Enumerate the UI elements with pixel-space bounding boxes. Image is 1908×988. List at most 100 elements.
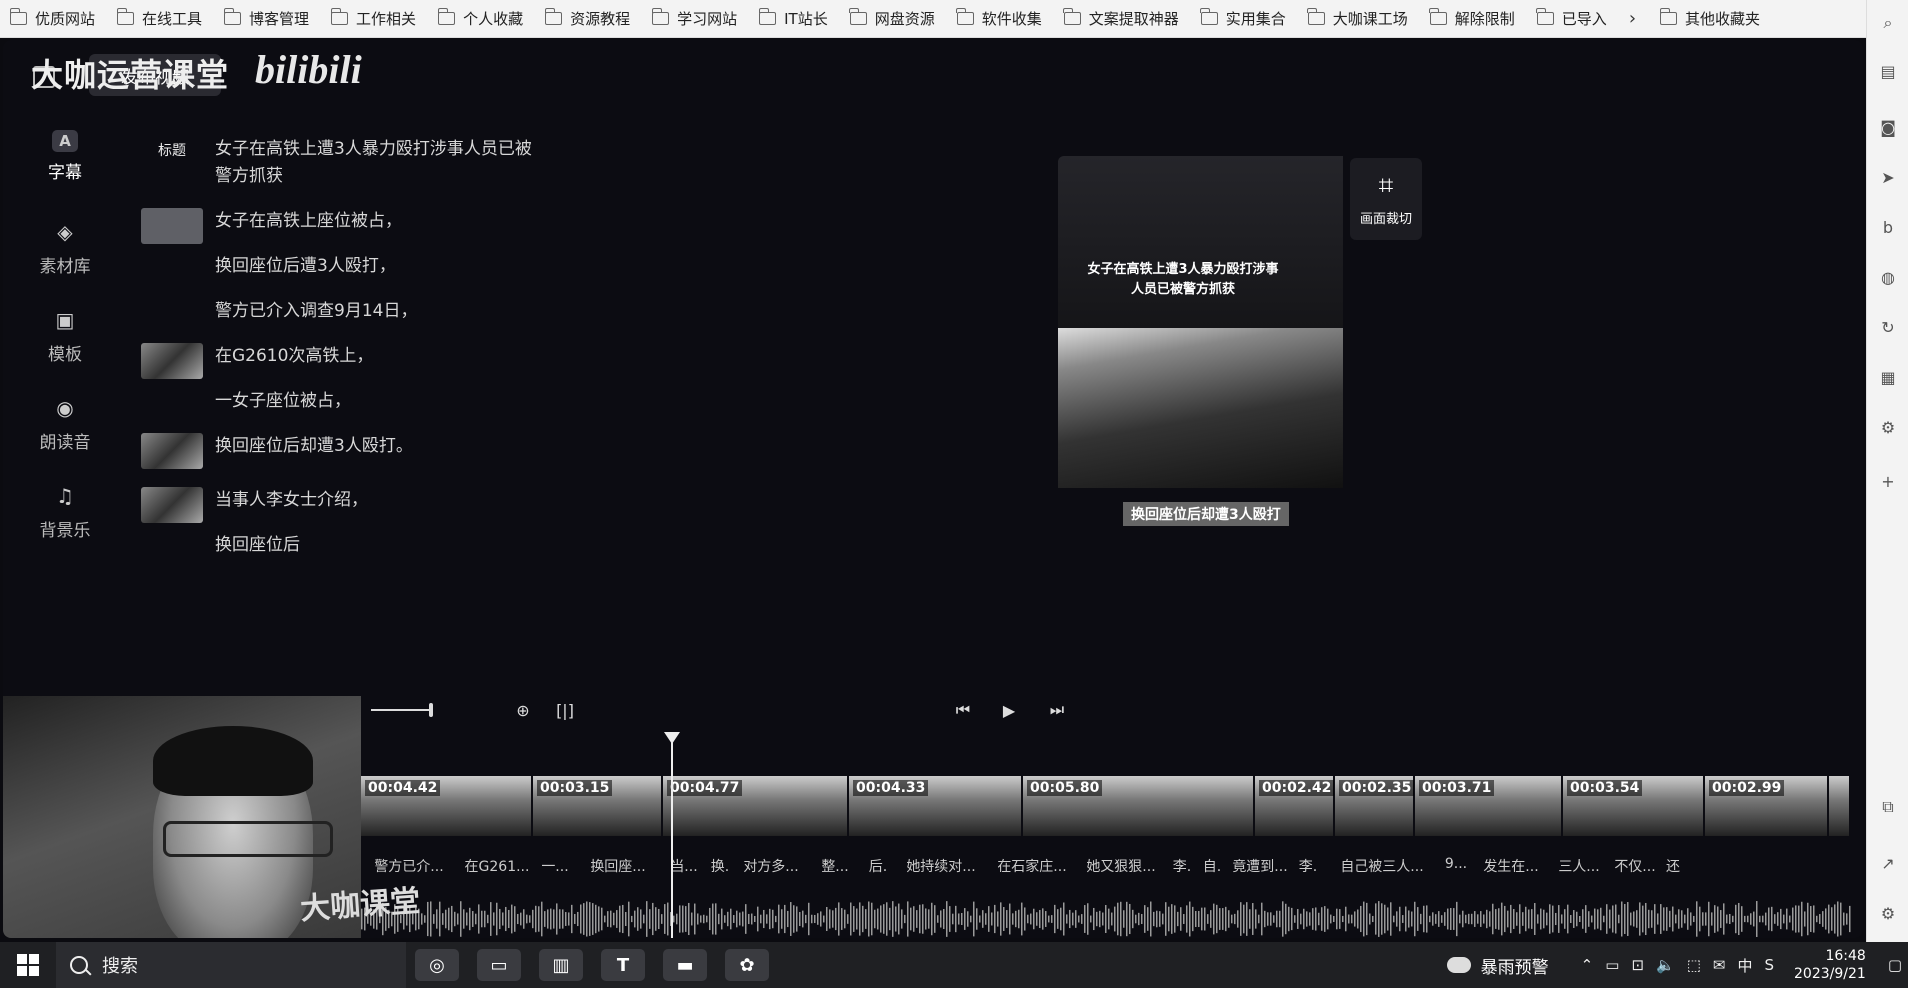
clip-thumbnail[interactable] [141, 433, 203, 469]
chevron-up-icon[interactable]: ⌃ [1581, 956, 1594, 974]
subtitle-chip[interactable]: 她持续对... [893, 856, 989, 882]
subtitle-chip[interactable]: 换. [705, 856, 735, 882]
script-line[interactable]: 当事人李女士介绍， [215, 487, 368, 514]
subtitle-chip[interactable]: 9... [1441, 856, 1471, 882]
title-text[interactable]: 女子在高铁上遭3人暴力殴打涉事人员已被警方抓获 [215, 136, 535, 190]
typora-icon[interactable]: T [601, 949, 645, 981]
video-clip[interactable]: 00:02.99 [1705, 776, 1829, 836]
video-clip[interactable]: 00:03.54 [1563, 776, 1705, 836]
refresh-icon[interactable]: ↻ [1877, 316, 1899, 338]
bookmark-folder[interactable]: 大咖课工场 [1307, 8, 1408, 29]
settings-icon[interactable]: ⚙ [1877, 902, 1899, 924]
subtitle-chip[interactable]: 还 [1663, 856, 1683, 882]
subtitle-chip[interactable]: 在石家庄... [989, 856, 1075, 882]
start-button[interactable] [0, 942, 56, 988]
notepad-icon[interactable]: ▭ [477, 949, 521, 981]
bookmark-link[interactable]: 文案提取神器 [1063, 8, 1179, 29]
video-clip[interactable]: 00:04.42 [361, 776, 533, 836]
flower-app-icon[interactable]: ✿ [725, 949, 769, 981]
script-line[interactable]: 警方已介入调查9月14日， [215, 298, 417, 325]
gear-icon[interactable]: ⚙ [1877, 416, 1899, 438]
video-clip[interactable]: 00:04.77 [663, 776, 849, 836]
bookmark-folder[interactable]: 软件收集 [956, 8, 1042, 29]
playhead[interactable] [671, 738, 673, 938]
bookmark-link[interactable]: 解除限制 [1429, 8, 1515, 29]
clip-thumbnail[interactable] [141, 208, 203, 244]
bookmark-folder[interactable]: 资源教程 [544, 8, 630, 29]
sogou-icon[interactable]: S [1764, 956, 1774, 974]
chevron-right-icon[interactable]: › [1629, 8, 1636, 29]
bookmark-folder[interactable]: 实用集合 [1200, 8, 1286, 29]
script-line[interactable]: 换回座位后 [215, 532, 368, 559]
ime-indicator[interactable]: 中 [1737, 955, 1752, 976]
clip-thumbnail[interactable] [141, 487, 203, 523]
subtitle-chip[interactable]: 发生在... [1471, 856, 1551, 882]
script-line[interactable]: 一女子座位被占， [215, 388, 373, 415]
bookmark-folder[interactable]: IT站长 [758, 8, 828, 29]
subtitle-chip[interactable]: 她又狠狠... [1075, 856, 1167, 882]
script-line[interactable]: 女子在高铁上座位被占， [215, 208, 417, 235]
clip-thumbnail[interactable] [141, 343, 203, 379]
nav-item-templates[interactable]: ▣ 模板 [25, 306, 105, 394]
notification-icon[interactable]: ▢ [1888, 956, 1902, 974]
bookmark-folder[interactable]: 已导入 [1536, 8, 1607, 29]
nav-item-voice[interactable]: ◉ 朗读音 [25, 394, 105, 482]
subtitle-chip[interactable]: 一... [537, 856, 573, 882]
crop-button[interactable]: ⌗ 画面裁切 [1350, 158, 1422, 240]
books-icon[interactable]: ▥ [539, 949, 583, 981]
video-clip[interactable]: 00:04.33 [849, 776, 1023, 836]
script-line[interactable]: 换回座位后遭3人殴打， [215, 253, 417, 280]
chrome-icon[interactable]: ◎ [415, 949, 459, 981]
script-line[interactable]: 换回座位后却遭3人殴打。 [215, 433, 413, 460]
timeline[interactable]: 00:04.42 00:03.15 00:04.77 00:04.33 00:0… [361, 730, 1851, 938]
video-clip[interactable]: 00:03.15 [533, 776, 663, 836]
video-clip[interactable] [1829, 776, 1851, 836]
bookmark-folder[interactable]: 个人收藏 [437, 8, 523, 29]
subtitle-chip[interactable]: 整... [807, 856, 863, 882]
subtitle-chip[interactable]: 在G261... [457, 856, 537, 882]
clock[interactable]: 16:48 2023/9/21 [1794, 947, 1866, 983]
taskbar-search[interactable]: 搜索 [56, 942, 406, 988]
subtitle-chip[interactable]: 不仅... [1607, 856, 1663, 882]
subtitle-chip[interactable]: 李. [1167, 856, 1197, 882]
bookmark-folder[interactable]: 网盘资源 [849, 8, 935, 29]
subtitle-chip[interactable]: 当... [663, 856, 705, 882]
video-clip[interactable]: 00:05.80 [1023, 776, 1255, 836]
skip-back-icon[interactable]: ⏮ [951, 698, 975, 722]
subtitle-chip[interactable]: 竟遭到... [1227, 856, 1293, 882]
video-clip[interactable]: 00:03.71 [1415, 776, 1563, 836]
subtitle-chip[interactable]: 对方多... [735, 856, 807, 882]
bookmark-other-folder[interactable]: 其他收藏夹 [1659, 8, 1760, 29]
zoom-slider[interactable] [371, 709, 431, 711]
bing-icon[interactable]: b [1877, 216, 1899, 238]
nav-item-music[interactable]: ♫ 背景乐 [25, 482, 105, 570]
bookmark-folder[interactable]: 学习网站 [651, 8, 737, 29]
video-preview[interactable]: 女子在高铁上遭3人暴力殴打涉事人员已被警方抓获 换回座位后却遭3人殴打 [1058, 156, 1343, 528]
external-link-icon[interactable]: ↗ [1877, 852, 1899, 874]
audio-waveform[interactable] [361, 900, 1851, 938]
video-clip[interactable]: 00:02.35 [1335, 776, 1415, 836]
search-icon[interactable]: ⌕ [1877, 12, 1899, 34]
video-clip[interactable]: 00:02.42 [1255, 776, 1335, 836]
zoom-in-icon[interactable]: ⊕ [511, 698, 535, 722]
magnifier-icon[interactable]: ◍ [1877, 266, 1899, 288]
subtitle-chip[interactable]: 三人... [1551, 856, 1607, 882]
subtitle-chip[interactable]: 换回座... [573, 856, 663, 882]
subtitle-chip[interactable]: 李. [1293, 856, 1323, 882]
weather-widget[interactable]: 暴雨预警 [1446, 953, 1549, 978]
zoom-slider-handle[interactable] [429, 703, 433, 717]
fit-icon[interactable]: [|] [553, 698, 577, 722]
toolbox-icon[interactable]: ▤ [1877, 60, 1899, 82]
play-icon[interactable]: ▶ [997, 698, 1021, 722]
script-line[interactable]: 在G2610次高铁上， [215, 343, 373, 370]
file-explorer-icon[interactable]: ▬ [663, 949, 707, 981]
nav-item-subtitles[interactable]: A 字幕 [25, 130, 105, 218]
title-row[interactable]: 标题 女子在高铁上遭3人暴力殴打涉事人员已被警方抓获 [141, 136, 561, 190]
subtitle-chip[interactable]: 自. [1197, 856, 1227, 882]
subtitle-chip[interactable]: 自己被三人... [1323, 856, 1441, 882]
bookmark-folder[interactable]: 在线工具 [116, 8, 202, 29]
screenshot-tray-icon[interactable]: ⬚ [1687, 956, 1701, 974]
network-icon[interactable]: ▭ [1605, 956, 1619, 974]
game-icon[interactable]: ▦ [1877, 366, 1899, 388]
bookmark-folder[interactable]: 工作相关 [330, 8, 416, 29]
